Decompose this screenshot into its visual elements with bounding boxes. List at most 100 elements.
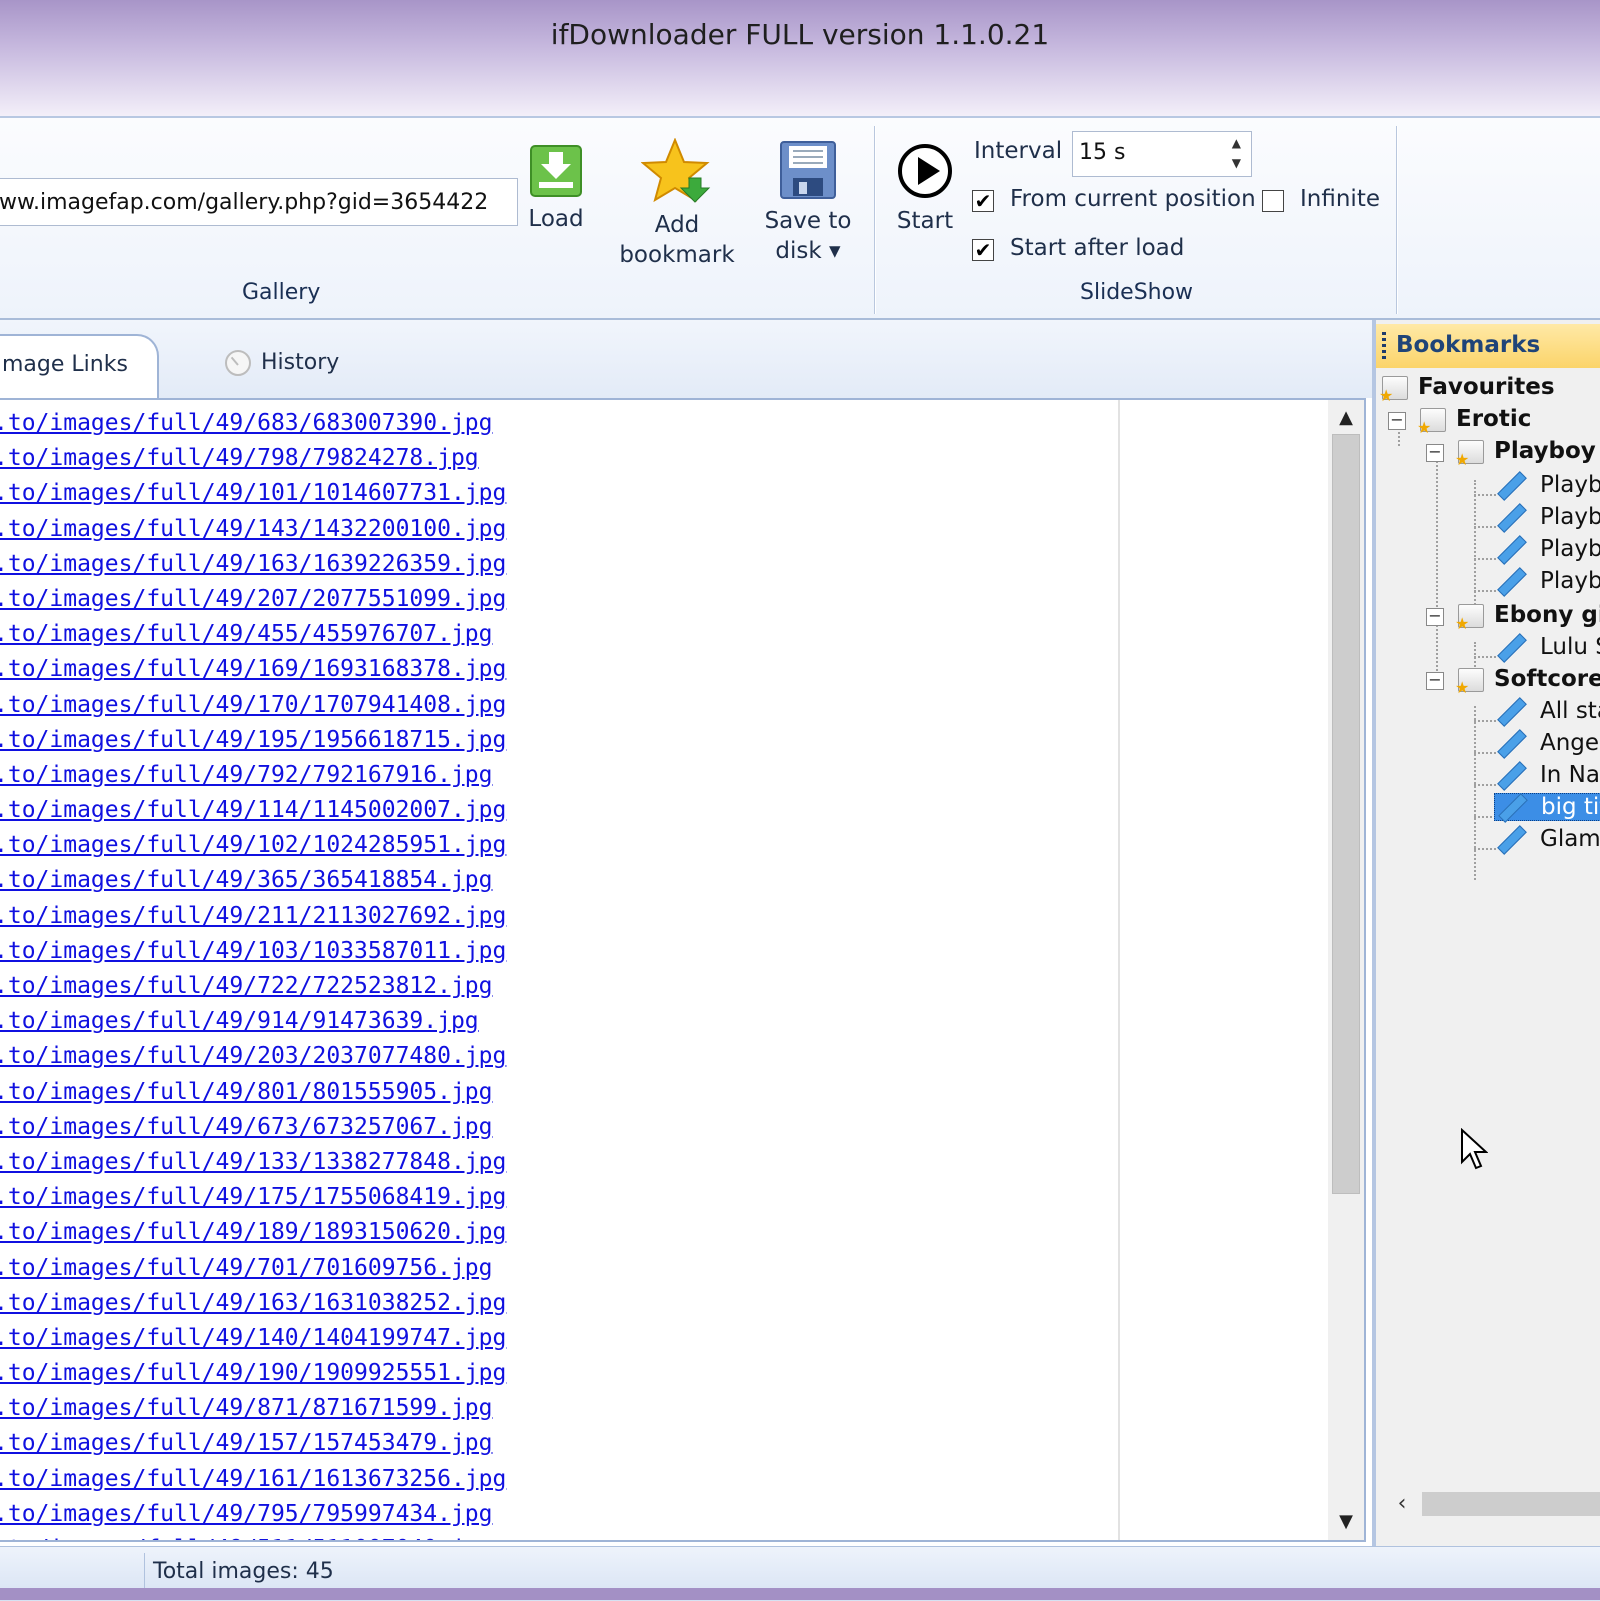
bookmarks-header[interactable]: Bookmarks: [1376, 324, 1600, 368]
tree-line: [1474, 656, 1496, 658]
bookmark-pencil-icon: [1497, 760, 1527, 791]
image-link[interactable]: .to/images/full/49/102/1024285951.jpg: [0, 828, 506, 863]
title-bar[interactable]: ifDownloader FULL version 1.1.0.21: [0, 0, 1600, 116]
image-link[interactable]: .to/images/full/49/207/2077551099.jpg: [0, 582, 506, 617]
tree-node-ebony[interactable]: Ebony gi: [1455, 602, 1600, 633]
tree-node-ebony-item[interactable]: Lulu S: [1494, 632, 1600, 663]
horizontal-scrollbar[interactable]: ‹: [1386, 1486, 1600, 1522]
tree-node-label: Playboy: [1494, 438, 1596, 464]
ribbon: Load Add bookmark Save to disk ▾ Gallery: [0, 116, 1600, 320]
image-link[interactable]: .to/images/full/49/195/1956618715.jpg: [0, 723, 506, 758]
tree-node-playboy-item[interactable]: Playbo: [1494, 534, 1600, 565]
collapse-playboy-icon[interactable]: −: [1426, 444, 1444, 462]
ribbon-group-separator: [1396, 126, 1397, 314]
image-link[interactable]: .to/images/full/49/103/1033587011.jpg: [0, 934, 506, 969]
tree-node-label: Ebony gi: [1494, 602, 1600, 628]
collapse-erotic-icon[interactable]: −: [1388, 412, 1406, 430]
image-link[interactable]: .to/images/full/49/101/1014607731.jpg: [0, 476, 506, 511]
image-link[interactable]: .to/images/full/49/189/1893150620.jpg: [0, 1215, 506, 1250]
save-to-disk-button[interactable]: Save to disk ▾: [758, 140, 858, 266]
image-link[interactable]: .to/images/full/49/143/1432200100.jpg: [0, 512, 506, 547]
tree-node-softcore[interactable]: Softcore: [1455, 666, 1600, 697]
scroll-left-icon[interactable]: ‹: [1386, 1486, 1418, 1522]
tree-node-softcore-item[interactable]: Angela: [1494, 728, 1600, 759]
image-link[interactable]: .to/images/full/49/161/1613673256.jpg: [0, 1462, 506, 1497]
scroll-down-icon[interactable]: ▼: [1328, 1504, 1364, 1540]
image-link[interactable]: .to/images/full/49/169/1693168378.jpg: [0, 652, 506, 687]
image-link[interactable]: .to/images/full/49/157/157453479.jpg: [0, 1426, 506, 1461]
folder-star-icon: [1455, 439, 1484, 469]
tree-line: [1474, 848, 1496, 850]
bookmark-pencil-icon: [1497, 502, 1527, 533]
scrollbar-thumb[interactable]: [1332, 434, 1360, 1194]
add-bookmark-label-line2: bookmark: [619, 242, 735, 268]
image-link[interactable]: .to/images/full/49/175/1755068419.jpg: [0, 1180, 506, 1215]
tree-line: [1474, 480, 1476, 616]
tree-node-favourites[interactable]: Favourites: [1379, 374, 1555, 405]
collapse-softcore-icon[interactable]: −: [1426, 672, 1444, 690]
tree-node-softcore-item[interactable]: All sta: [1494, 696, 1600, 727]
image-link[interactable]: .to/images/full/49/163/1639226359.jpg: [0, 547, 506, 582]
tree-line: [1474, 816, 1496, 818]
horizontal-scrollbar-thumb[interactable]: [1422, 1492, 1600, 1516]
tree-node-playboy-item[interactable]: Playbo: [1494, 502, 1600, 533]
from-current-position-checkbox[interactable]: ✔: [972, 190, 994, 212]
tree-node-softcore-item[interactable]: Glamo: [1494, 824, 1600, 855]
clock-icon: [225, 350, 251, 376]
image-link[interactable]: .to/images/full/49/211/2113027692.jpg: [0, 899, 506, 934]
infinite-checkbox[interactable]: [1262, 190, 1284, 212]
image-link[interactable]: .to/images/full/49/795/795997434.jpg: [0, 1497, 506, 1532]
image-link[interactable]: .to/images/full/49/203/2037077480.jpg: [0, 1039, 506, 1074]
image-link[interactable]: .to/images/full/49/163/1631038252.jpg: [0, 1286, 506, 1321]
image-links-list[interactable]: .to/images/full/49/683/683007390.jpg .to/…: [0, 398, 1366, 1542]
image-link[interactable]: .to/images/full/49/801/801555905.jpg: [0, 1075, 506, 1110]
tree-node-erotic[interactable]: Erotic: [1417, 406, 1531, 437]
collapse-ebony-icon[interactable]: −: [1426, 608, 1444, 626]
load-button[interactable]: Load: [520, 144, 592, 234]
start-label: Start: [896, 208, 954, 234]
tree-node-playboy[interactable]: Playboy: [1455, 438, 1596, 469]
grip-icon[interactable]: [1382, 332, 1386, 360]
tab-image-links[interactable]: mage Links: [0, 334, 159, 398]
image-link[interactable]: .to/images/full/49/140/1404199747.jpg: [0, 1321, 506, 1356]
image-link[interactable]: .to/images/full/49/673/673257067.jpg: [0, 1110, 506, 1145]
image-link[interactable]: .to/images/full/49/511/511007040.jpg: [0, 1532, 506, 1540]
vertical-scrollbar[interactable]: ▲ ▼: [1328, 400, 1364, 1540]
scroll-up-icon[interactable]: ▲: [1328, 400, 1364, 436]
image-link[interactable]: .to/images/full/49/722/722523812.jpg: [0, 969, 506, 1004]
start-after-load-checkbox[interactable]: ✔: [972, 239, 994, 261]
tab-image-links-label: mage Links: [2, 352, 128, 377]
image-link[interactable]: .to/images/full/49/133/1338277848.jpg: [0, 1145, 506, 1180]
tree-line: [1474, 784, 1496, 786]
image-link[interactable]: .to/images/full/49/792/792167916.jpg: [0, 758, 506, 793]
image-link[interactable]: .to/images/full/49/871/871671599.jpg: [0, 1391, 506, 1426]
image-link[interactable]: .to/images/full/49/455/455976707.jpg: [0, 617, 506, 652]
image-link[interactable]: .to/images/full/49/683/683007390.jpg: [0, 406, 506, 441]
spin-up-icon[interactable]: ▲: [1232, 136, 1241, 150]
tab-history[interactable]: History: [225, 350, 339, 376]
image-link[interactable]: .to/images/full/49/914/91473639.jpg: [0, 1004, 506, 1039]
image-link[interactable]: .to/images/full/49/114/1145002007.jpg: [0, 793, 506, 828]
tree-node-label: Angela: [1540, 730, 1600, 756]
ribbon-group-separator: [874, 126, 875, 314]
slideshow-start-button[interactable]: Start: [890, 142, 960, 236]
tree-node-label: Playbo: [1540, 536, 1600, 562]
bookmark-pencil-icon: [1497, 632, 1527, 663]
image-link[interactable]: .to/images/full/49/701/701609756.jpg: [0, 1251, 506, 1286]
spin-down-icon[interactable]: ▼: [1232, 156, 1241, 170]
interval-spinbox[interactable]: 15 s ▲ ▼: [1072, 131, 1252, 177]
gallery-url-input[interactable]: [0, 178, 518, 226]
download-icon: [530, 145, 582, 197]
tree-node-playboy-item[interactable]: Playbo: [1494, 470, 1600, 501]
tree-node-softcore-item[interactable]: In Nat: [1494, 760, 1600, 791]
column-divider: [1118, 400, 1120, 1540]
tree-node-softcore-item-selected[interactable]: big tits: [1494, 792, 1600, 823]
tree-node-playboy-item[interactable]: Playbo: [1494, 566, 1600, 597]
image-link[interactable]: .to/images/full/49/365/365418854.jpg: [0, 863, 506, 898]
add-bookmark-button[interactable]: Add bookmark: [612, 138, 742, 270]
image-link[interactable]: .to/images/full/49/190/1909925551.jpg: [0, 1356, 506, 1391]
image-link[interactable]: .to/images/full/49/170/1707941408.jpg: [0, 688, 506, 723]
folder-star-icon: [1455, 667, 1484, 697]
image-link[interactable]: .to/images/full/49/798/79824278.jpg: [0, 441, 506, 476]
bookmark-pencil-icon: [1497, 470, 1527, 501]
